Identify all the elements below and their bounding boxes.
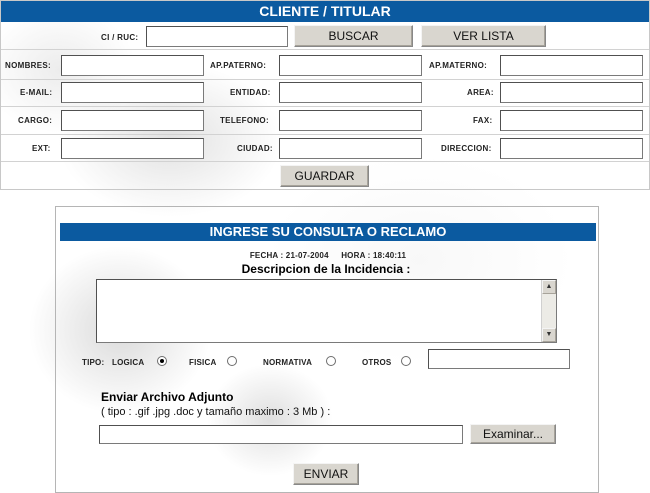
entidad-input[interactable] <box>279 82 422 103</box>
otros-input[interactable] <box>428 349 570 369</box>
ciudad-label: CIUDAD: <box>237 144 273 153</box>
tipo-normativa-label: NORMATIVA <box>263 358 313 367</box>
cliente-titular-panel: CLIENTE / TITULAR CI / RUC: BUSCAR VER L… <box>0 0 650 190</box>
ci-ruc-row: CI / RUC: BUSCAR VER LISTA <box>1 25 649 47</box>
scroll-up-icon[interactable]: ▲ <box>542 280 556 294</box>
nombres-input[interactable] <box>61 55 204 76</box>
nombres-label: NOMBRES: <box>5 61 51 70</box>
buscar-button[interactable]: BUSCAR <box>294 25 413 47</box>
fax-label: FAX: <box>473 116 493 125</box>
ap-materno-input[interactable] <box>500 55 643 76</box>
divider <box>1 79 649 80</box>
ext-label: EXT: <box>32 144 51 153</box>
divider <box>1 161 649 162</box>
ci-ruc-input[interactable] <box>146 26 288 47</box>
cargo-label: CARGO: <box>18 116 53 125</box>
tipo-otros-radio[interactable] <box>401 356 411 366</box>
tipo-otros-label: OTROS <box>362 358 392 367</box>
enviar-button[interactable]: ENVIAR <box>293 463 359 485</box>
direccion-input[interactable] <box>500 138 643 159</box>
tipo-fisica-radio[interactable] <box>227 356 237 366</box>
fecha-label: FECHA : 21-07-2004 <box>249 251 329 260</box>
scroll-down-icon[interactable]: ▼ <box>542 328 556 342</box>
descripcion-label: Descripcion de la Incidencia : <box>241 262 411 276</box>
guardar-button[interactable]: GUARDAR <box>280 165 369 187</box>
divider <box>1 49 649 50</box>
email-input[interactable] <box>61 82 204 103</box>
ver-lista-button[interactable]: VER LISTA <box>421 25 546 47</box>
ext-input[interactable] <box>61 138 204 159</box>
divider <box>1 106 649 107</box>
ciudad-input[interactable] <box>279 138 422 159</box>
tipo-fisica-label: FISICA <box>189 358 217 367</box>
adjunto-title: Enviar Archivo Adjunto <box>101 390 234 404</box>
consulta-title: INGRESE SU CONSULTA O RECLAMO <box>60 223 596 241</box>
fecha-hora: FECHA : 21-07-2004 HORA : 18:40:11 <box>56 245 600 263</box>
area-label: AREA: <box>467 88 494 97</box>
ap-paterno-input[interactable] <box>279 55 422 76</box>
telefono-input[interactable] <box>279 110 422 131</box>
file-path-input[interactable] <box>99 425 463 444</box>
hora-label: HORA : 18:40:11 <box>341 251 407 260</box>
area-input[interactable] <box>500 82 643 103</box>
tipo-logica-radio[interactable] <box>157 356 167 366</box>
examinar-button[interactable]: Examinar... <box>470 424 556 444</box>
fax-input[interactable] <box>500 110 643 131</box>
ap-paterno-label: AP.PATERNO: <box>210 61 267 70</box>
tipo-logica-label: LOGICA <box>112 358 145 367</box>
cargo-input[interactable] <box>61 110 204 131</box>
descripcion-textarea[interactable]: ▲ ▼ <box>96 279 557 343</box>
tipo-label: TIPO: <box>82 358 105 367</box>
entidad-label: ENTIDAD: <box>230 88 271 97</box>
email-label: E-MAIL: <box>20 88 53 97</box>
telefono-label: TELEFONO: <box>220 116 269 125</box>
divider <box>1 134 649 135</box>
adjunto-info: ( tipo : .gif .jpg .doc y tamaño maximo … <box>101 406 331 418</box>
tipo-normativa-radio[interactable] <box>326 356 336 366</box>
ap-materno-label: AP.MATERNO: <box>429 61 488 70</box>
direccion-label: DIRECCION: <box>441 144 492 153</box>
textarea-scrollbar[interactable]: ▲ ▼ <box>541 280 556 342</box>
cliente-title: CLIENTE / TITULAR <box>1 1 649 22</box>
consulta-reclamo-panel: INGRESE SU CONSULTA O RECLAMO FECHA : 21… <box>55 206 599 493</box>
ci-ruc-label: CI / RUC: <box>101 33 139 42</box>
